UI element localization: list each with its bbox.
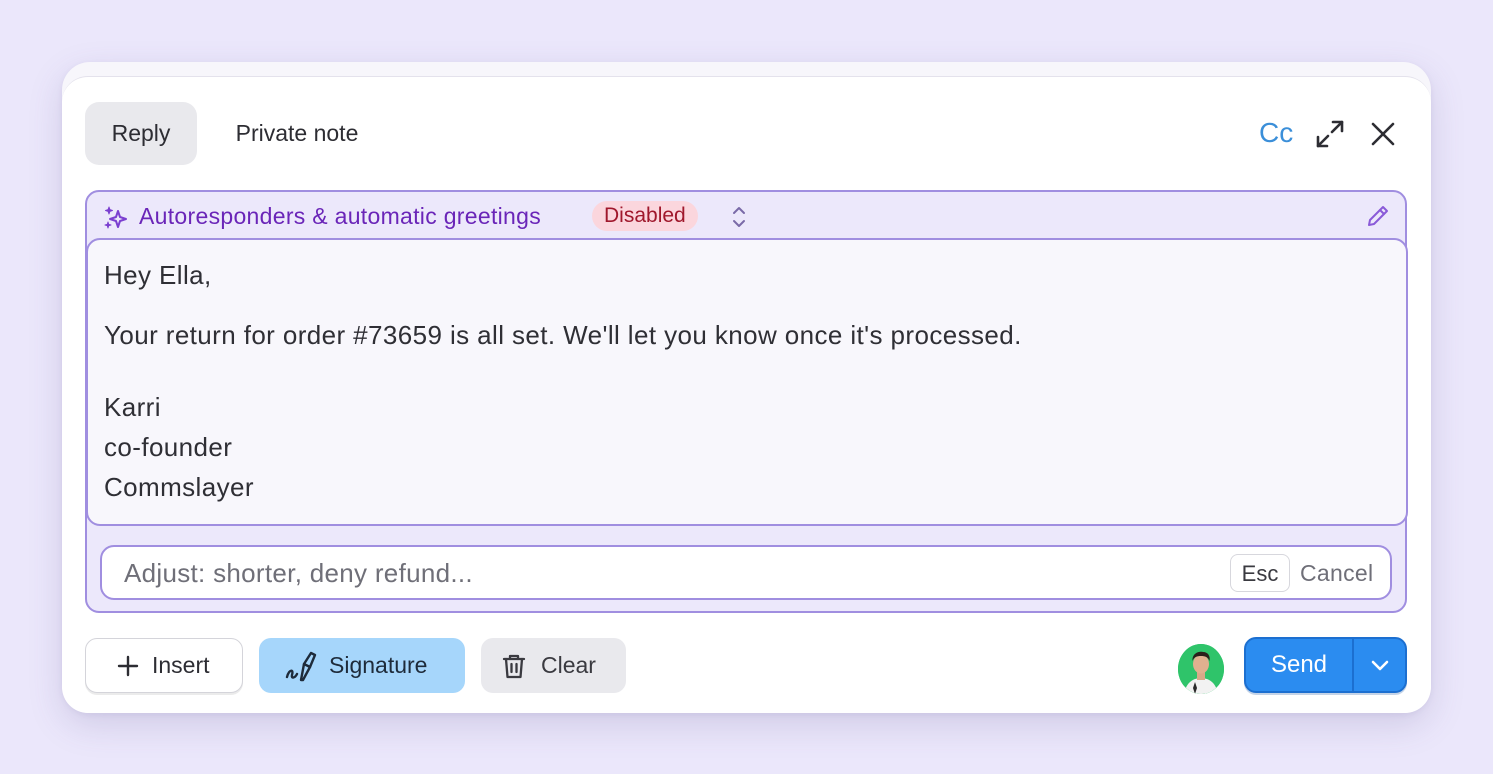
autoresponder-row[interactable]: Autoresponders & automatic greetings Dis…	[87, 192, 1405, 240]
close-icon[interactable]	[1366, 117, 1400, 151]
sparkle-icon	[104, 206, 127, 229]
tab-private-note[interactable]: Private note	[212, 102, 382, 165]
adjust-prompt-box: Esc Cancel	[100, 545, 1392, 600]
expand-icon[interactable]	[1313, 117, 1347, 151]
message-greeting: Hey Ella,	[104, 260, 212, 290]
adjust-input[interactable]	[124, 555, 1214, 591]
esc-key-hint: Esc	[1230, 554, 1290, 592]
signature-company: Commslayer	[104, 472, 254, 502]
signature-pen-icon	[285, 651, 317, 681]
insert-label: Insert	[152, 652, 210, 678]
chevron-up-down-icon[interactable]	[727, 204, 751, 230]
plus-icon	[117, 655, 139, 676]
signature-name: Karri	[104, 392, 161, 422]
send-options-button[interactable]	[1354, 639, 1405, 691]
signature-label: Signature	[329, 652, 428, 678]
send-split-button: Send	[1244, 637, 1407, 693]
clear-button[interactable]: Clear	[481, 638, 626, 693]
edit-pencil-icon[interactable]	[1365, 203, 1391, 229]
signature-button[interactable]: Signature	[259, 638, 465, 693]
clear-label: Clear	[541, 652, 596, 678]
insert-button[interactable]: Insert	[85, 638, 243, 693]
signature-title: co-founder	[104, 432, 233, 462]
reply-composer: Reply Private note Cc Autoresponders & a…	[62, 76, 1431, 713]
avatar-person-icon	[1178, 644, 1224, 694]
send-button[interactable]: Send	[1246, 639, 1352, 691]
avatar[interactable]	[1178, 644, 1224, 694]
cc-button[interactable]: Cc	[1259, 117, 1293, 149]
chevron-down-icon	[1371, 660, 1388, 671]
autoresponder-label: Autoresponders & automatic greetings	[139, 203, 542, 229]
message-editor[interactable]: Hey Ella, Your return for order #73659 i…	[86, 238, 1408, 526]
trash-icon	[502, 654, 526, 678]
message-body: Your return for order #73659 is all set.…	[104, 320, 1022, 350]
cancel-button[interactable]: Cancel	[1300, 560, 1373, 587]
tab-reply[interactable]: Reply	[85, 102, 197, 165]
status-badge: Disabled	[592, 201, 698, 231]
ai-draft-panel: Autoresponders & automatic greetings Dis…	[85, 190, 1408, 613]
